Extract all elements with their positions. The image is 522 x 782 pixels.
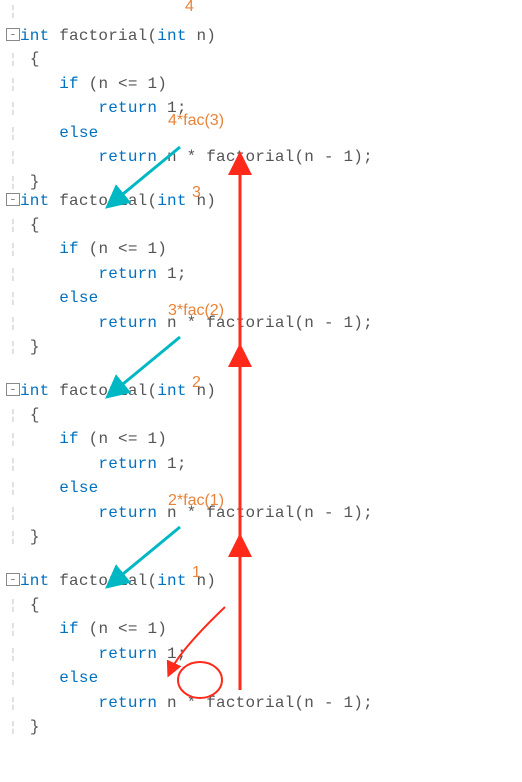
annot-call-2fac1: 2*fac(1)	[168, 492, 224, 510]
ret-expr: n * factorial(n - 1);	[167, 148, 373, 166]
code-block-4: -int factorial(int n) ¦ { ¦ if (n <= 1) …	[0, 570, 522, 741]
kw-int: int	[20, 27, 49, 45]
brace-close: }	[30, 173, 40, 191]
kw-return: return	[98, 148, 157, 166]
param-n: n	[196, 27, 206, 45]
fold-minus-icon[interactable]: -	[6, 573, 20, 586]
code-block-1: ¦ -int factorial(int n) ¦ { ¦ if (n <= 1…	[0, 0, 522, 195]
annot-call-4fac3: 4*fac(3)	[168, 112, 224, 130]
fold-minus-icon[interactable]: -	[6, 383, 20, 396]
code-block-2: -int factorial(int n) ¦ { ¦ if (n <= 1) …	[0, 190, 522, 361]
fold-minus-icon[interactable]: -	[6, 193, 20, 206]
kw-int: int	[157, 27, 186, 45]
brace-open: {	[30, 50, 40, 68]
code-block-3: -int factorial(int n) ¦ { ¦ if (n <= 1) …	[0, 380, 522, 551]
annot-arg-1: 1	[192, 564, 201, 582]
kw-return: return	[98, 99, 157, 117]
kw-else: else	[59, 124, 98, 142]
annot-arg-4: 4	[185, 0, 194, 16]
cond: (n <= 1)	[89, 75, 167, 93]
annot-arg-2: 2	[192, 374, 201, 392]
annot-arg-3: 3	[192, 184, 201, 202]
fn-name: factorial	[59, 27, 147, 45]
annot-call-3fac2: 3*fac(2)	[168, 302, 224, 320]
kw-if: if	[59, 75, 79, 93]
fold-minus-icon[interactable]: -	[6, 28, 20, 41]
